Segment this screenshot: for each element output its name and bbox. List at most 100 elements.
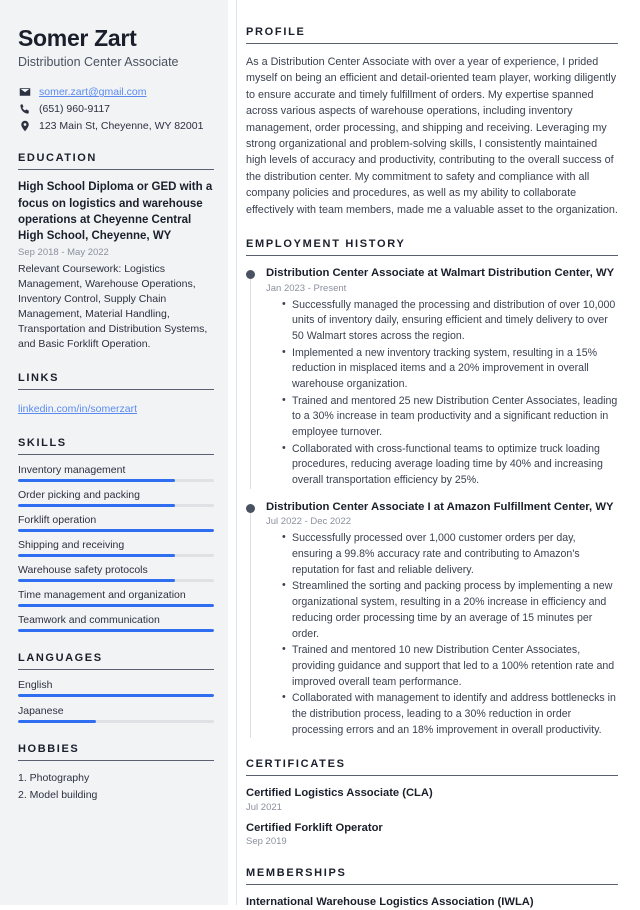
- timeline-dot-icon: [246, 270, 255, 280]
- job-bullet: Successfully managed the processing and …: [282, 297, 618, 345]
- profile-text: As a Distribution Center Associate with …: [246, 56, 618, 216]
- skill-bar-fill: [18, 604, 214, 608]
- skill-bar-track: [18, 529, 214, 533]
- certificate-date: Jul 2021: [246, 801, 282, 813]
- job-date: Jul 2022 - Dec 2022: [266, 516, 352, 528]
- skill-item: Teamwork and communication: [18, 614, 214, 633]
- certificate-title: Certified Forklift Operator: [246, 821, 383, 834]
- section-education: EDUCATION High School Diploma or GED wit…: [18, 152, 214, 352]
- section-rule: [18, 669, 214, 671]
- skill-bar-fill: [18, 554, 175, 558]
- skill-item: Shipping and receiving: [18, 539, 214, 558]
- resume-page: Somer Zart Distribution Center Associate…: [0, 0, 640, 908]
- job-bullet: Trained and mentored 10 new Distribution…: [282, 642, 618, 690]
- job-spacer: [246, 490, 618, 500]
- email-link[interactable]: somer.zart@gmail.com: [39, 86, 147, 98]
- education-item: High School Diploma or GED with a focus …: [18, 179, 214, 352]
- section-profile: PROFILE As a Distribution Center Associa…: [246, 26, 618, 218]
- job-bullet: Streamlined the sorting and packing proc…: [282, 578, 618, 642]
- timeline-dot-icon: [246, 503, 255, 513]
- section-rule: [18, 169, 214, 171]
- skill-bar-track: [18, 504, 214, 508]
- column-divider: [236, 0, 237, 905]
- phone-icon: [18, 103, 32, 115]
- section-rule: [18, 454, 214, 456]
- certificate-date: Sep 2019: [246, 836, 287, 848]
- skill-bar-fill: [18, 504, 175, 508]
- contact-list: somer.zart@gmail.com (651) 960-9117 123 …: [18, 86, 214, 132]
- skill-item: Order picking and packing: [18, 489, 214, 508]
- linkedin-link[interactable]: linkedin.com/in/somerzart: [18, 403, 137, 415]
- section-memberships: MEMBERSHIPS International Warehouse Logi…: [246, 867, 618, 910]
- skill-bar-fill: [18, 529, 214, 533]
- skill-bar-track: [18, 604, 214, 608]
- certificate-title: Certified Logistics Associate (CLA): [246, 787, 433, 800]
- section-languages: LANGUAGES English Japanese: [18, 652, 214, 724]
- skill-bar-fill: [18, 629, 214, 633]
- skill-bar-track: [18, 579, 214, 583]
- skill-label: Time management and organization: [18, 589, 186, 602]
- section-rule: [18, 760, 214, 762]
- language-item: English: [18, 679, 214, 698]
- membership-title: International Warehouse Logistics Associ…: [246, 896, 534, 909]
- language-label: English: [18, 679, 53, 692]
- section-skills: SKILLS Inventory management Order pickin…: [18, 437, 214, 633]
- skill-item: Inventory management: [18, 464, 214, 483]
- job-bullet: Implemented a new inventory tracking sys…: [282, 345, 618, 393]
- section-heading-memberships: MEMBERSHIPS: [246, 867, 347, 880]
- skill-label: Inventory management: [18, 464, 126, 477]
- skill-bar-track: [18, 629, 214, 633]
- section-rule: [246, 43, 618, 44]
- contact-email: somer.zart@gmail.com: [18, 86, 214, 98]
- skill-item: Time management and organization: [18, 589, 214, 608]
- section-heading-links: LINKS: [18, 372, 59, 385]
- timeline-line: [250, 512, 251, 739]
- skill-label: Forklift operation: [18, 514, 97, 527]
- job-date: Jan 2023 - Present: [266, 282, 347, 294]
- phone-value: (651) 960-9117: [39, 103, 111, 116]
- hobby-item: 2. Model building: [18, 789, 98, 802]
- certificate-item: Certified Forklift Operator Sep 2019: [246, 821, 618, 848]
- language-bar-track: [18, 694, 214, 698]
- section-hobbies: HOBBIES 1. Photography 2. Model building: [18, 743, 214, 804]
- education-description: Relevant Coursework: Logistics Managemen…: [18, 262, 208, 351]
- job-role: Distribution Center Associate at Walmart…: [266, 267, 615, 280]
- education-date: Sep 2018 - May 2022: [18, 246, 109, 258]
- language-bar-track: [18, 720, 214, 724]
- section-rule: [246, 255, 618, 257]
- job-role: Distribution Center Associate I at Amazo…: [266, 500, 614, 513]
- skill-bar-track: [18, 479, 214, 483]
- section-certificates: CERTIFICATES Certified Logistics Associa…: [246, 758, 618, 847]
- hobby-item: 1. Photography: [18, 772, 90, 785]
- envelope-icon: [18, 86, 32, 98]
- address-value: 123 Main St, Cheyenne, WY 82001: [39, 120, 204, 133]
- section-heading-languages: LANGUAGES: [18, 652, 103, 665]
- section-heading-hobbies: HOBBIES: [18, 743, 80, 756]
- skill-label: Shipping and receiving: [18, 539, 125, 552]
- skill-label: Teamwork and communication: [18, 614, 160, 627]
- job-entry: Distribution Center Associate I at Amazo…: [246, 500, 618, 739]
- education-title: High School Diploma or GED with a focus …: [18, 181, 213, 243]
- section-rule: [246, 775, 618, 777]
- contact-phone: (651) 960-9117: [18, 103, 214, 115]
- skill-bar-track: [18, 554, 214, 558]
- job-bullet: Collaborated with cross-functional teams…: [282, 441, 618, 489]
- section-employment-history: EMPLOYMENT HISTORY Distribution Center A…: [246, 238, 618, 739]
- section-links: LINKS linkedin.com/in/somerzart: [18, 372, 214, 417]
- language-bar-fill: [18, 694, 214, 698]
- job-bullet: Trained and mentored 25 new Distribution…: [282, 393, 618, 441]
- job-bullet: Collaborated with management to identify…: [282, 690, 618, 738]
- language-item: Japanese: [18, 705, 214, 724]
- section-rule: [246, 884, 618, 886]
- section-heading-profile: PROFILE: [246, 26, 306, 38]
- section-rule: [18, 389, 214, 391]
- skill-bar-fill: [18, 579, 175, 583]
- contact-address: 123 Main St, Cheyenne, WY 82001: [18, 120, 214, 132]
- language-label: Japanese: [18, 705, 64, 718]
- job-entry: Distribution Center Associate at Walmart…: [246, 266, 618, 489]
- section-heading-employment: EMPLOYMENT HISTORY: [246, 238, 406, 251]
- section-heading-education: EDUCATION: [18, 152, 97, 165]
- language-bar-fill: [18, 720, 97, 724]
- skill-bar-fill: [18, 479, 175, 483]
- main-column: PROFILE As a Distribution Center Associa…: [228, 0, 640, 908]
